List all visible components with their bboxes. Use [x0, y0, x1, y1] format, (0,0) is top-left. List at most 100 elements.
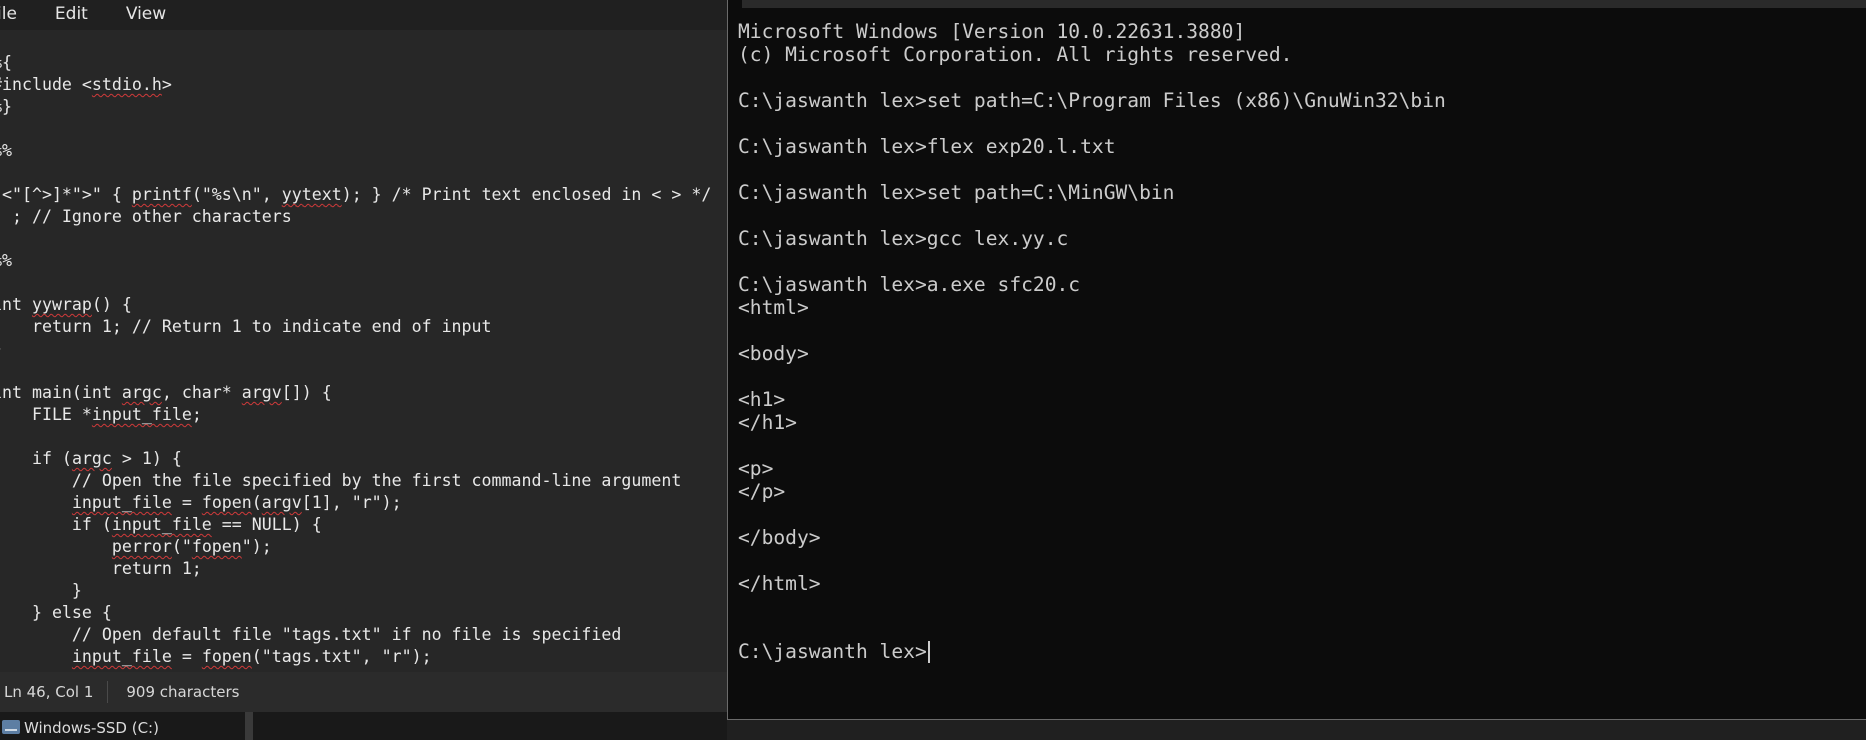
code-text: return 1; // Return 1 to indicate end of…	[0, 317, 492, 336]
menu-bar: ile Edit View	[0, 0, 727, 30]
misspelled-word: fopen	[191, 537, 242, 556]
editor-content[interactable]: %{ #include <stdio.h>%}%% "<"[^>]*">" { pr…	[0, 52, 711, 668]
terminal-line: </h1>	[738, 411, 797, 434]
code-text: // Open the file specified by the first …	[0, 471, 682, 490]
code-text: %%	[0, 141, 12, 160]
code-text: // Open default file "tags.txt" if no fi…	[0, 625, 622, 644]
code-line: // Open default file "tags.txt" if no fi…	[0, 624, 711, 646]
explorer-strip: Windows-SSD (C:)	[0, 712, 727, 740]
code-line: %{	[0, 52, 711, 74]
code-text: ");	[241, 537, 272, 556]
cursor-position: Ln 46, Col 1	[4, 683, 94, 701]
code-line: %%	[0, 250, 711, 272]
code-text: ("%s\n",	[191, 185, 282, 204]
code-line: input_file = fopen(argv[1], "r");	[0, 492, 711, 514]
code-text: =	[171, 493, 202, 512]
terminal-line: C:\jaswanth lex>flex exp20.l.txt	[738, 135, 1116, 158]
misspelled-word: perror	[111, 537, 172, 556]
code-text: int	[0, 295, 22, 314]
terminal-line: </p>	[738, 480, 786, 503]
code-line: if (input_file == NULL) {	[0, 514, 711, 536]
terminal-prompt[interactable]: C:\jaswanth lex>	[738, 640, 930, 663]
code-text: if (	[0, 515, 112, 534]
code-text: FILE *	[0, 405, 92, 424]
text-editor[interactable]: %{ #include <stdio.h>%}%% "<"[^>]*">" { pr…	[0, 30, 727, 672]
notepad-window: ile Edit View %{ #include <stdio.h>%}%% "<…	[0, 0, 727, 740]
code-line: %}	[0, 96, 711, 118]
code-line: // Open the file specified by the first …	[0, 470, 711, 492]
terminal-line: </html>	[738, 572, 821, 595]
code-line: . ; // Ignore other characters	[0, 206, 711, 228]
code-text: ("tags.txt", "r");	[251, 647, 432, 666]
code-text: ); } /* Print text enclosed in < > */	[341, 185, 712, 204]
code-line: int main(int argc, char* argv[]) {	[0, 382, 711, 404]
code-text: #include <	[0, 75, 92, 94]
text-cursor	[927, 640, 930, 663]
terminal-line: C:\jaswanth lex>a.exe sfc20.c	[738, 273, 1081, 296]
prompt-text: C:\jaswanth lex>	[738, 640, 927, 663]
terminal-line: C:\jaswanth lex>set path=C:\Program File…	[738, 89, 1446, 112]
terminal-tab-strip[interactable]	[742, 0, 1866, 8]
code-text: %}	[0, 97, 12, 116]
misspelled-word: argv	[241, 383, 282, 402]
terminal-line: <h1>	[738, 388, 786, 411]
code-text: "<"[^>]*">" {	[0, 185, 132, 204]
code-text: [1], "r");	[301, 493, 402, 512]
terminal-line: <html>	[738, 296, 809, 319]
terminal-output: Microsoft Windows [Version 10.0.22631.38…	[738, 20, 1446, 595]
misspelled-word: argv	[261, 493, 302, 512]
menu-view[interactable]: View	[107, 0, 185, 30]
code-line: }	[0, 580, 711, 602]
terminal-line: <p>	[738, 457, 774, 480]
code-line: perror("fopen");	[0, 536, 711, 558]
terminal-line: <body>	[738, 342, 809, 365]
code-line: FILE *input_file;	[0, 404, 711, 426]
code-line: if (argc > 1) {	[0, 448, 711, 470]
misspelled-word: input_file	[91, 405, 192, 424]
code-text: []) {	[281, 383, 332, 402]
terminal-line: </body>	[738, 526, 821, 549]
status-divider	[107, 681, 109, 703]
code-text: return 1;	[0, 559, 202, 578]
code-line: #include <stdio.h>	[0, 74, 711, 96]
misspelled-word: input_file	[111, 515, 212, 534]
explorer-scrollbar[interactable]	[245, 712, 253, 740]
code-line: return 1; // Return 1 to indicate end of…	[0, 316, 711, 338]
terminal-line: Microsoft Windows [Version 10.0.22631.38…	[738, 20, 1246, 43]
code-text: ("	[171, 537, 192, 556]
code-text: %{	[0, 53, 12, 72]
code-line: "<"[^>]*">" { printf("%s\n", yytext); } …	[0, 184, 711, 206]
code-line: int yywrap() {	[0, 294, 711, 316]
code-line: return 1;	[0, 558, 711, 580]
code-text: ;	[191, 405, 202, 424]
code-text: > 1) {	[111, 449, 182, 468]
character-count: 909 characters	[126, 683, 240, 701]
terminal-window[interactable]: Microsoft Windows [Version 10.0.22631.38…	[727, 0, 1866, 720]
status-bar: Ln 46, Col 1 909 characters	[0, 672, 727, 712]
code-line: %%	[0, 140, 711, 162]
misspelled-word: yywrap	[31, 295, 92, 314]
misspelled-word: argc	[121, 383, 162, 402]
code-text: >	[161, 75, 172, 94]
code-text: }	[0, 581, 82, 600]
terminal-line: C:\jaswanth lex>gcc lex.yy.c	[738, 227, 1069, 250]
terminal-line: C:\jaswanth lex>set path=C:\MinGW\bin	[738, 181, 1175, 204]
drive-label[interactable]: Windows-SSD (C:)	[24, 719, 159, 737]
code-text: == NULL) {	[211, 515, 322, 534]
code-text: =	[171, 647, 202, 666]
menu-file[interactable]: ile	[0, 0, 36, 30]
menu-edit[interactable]: Edit	[36, 0, 107, 30]
